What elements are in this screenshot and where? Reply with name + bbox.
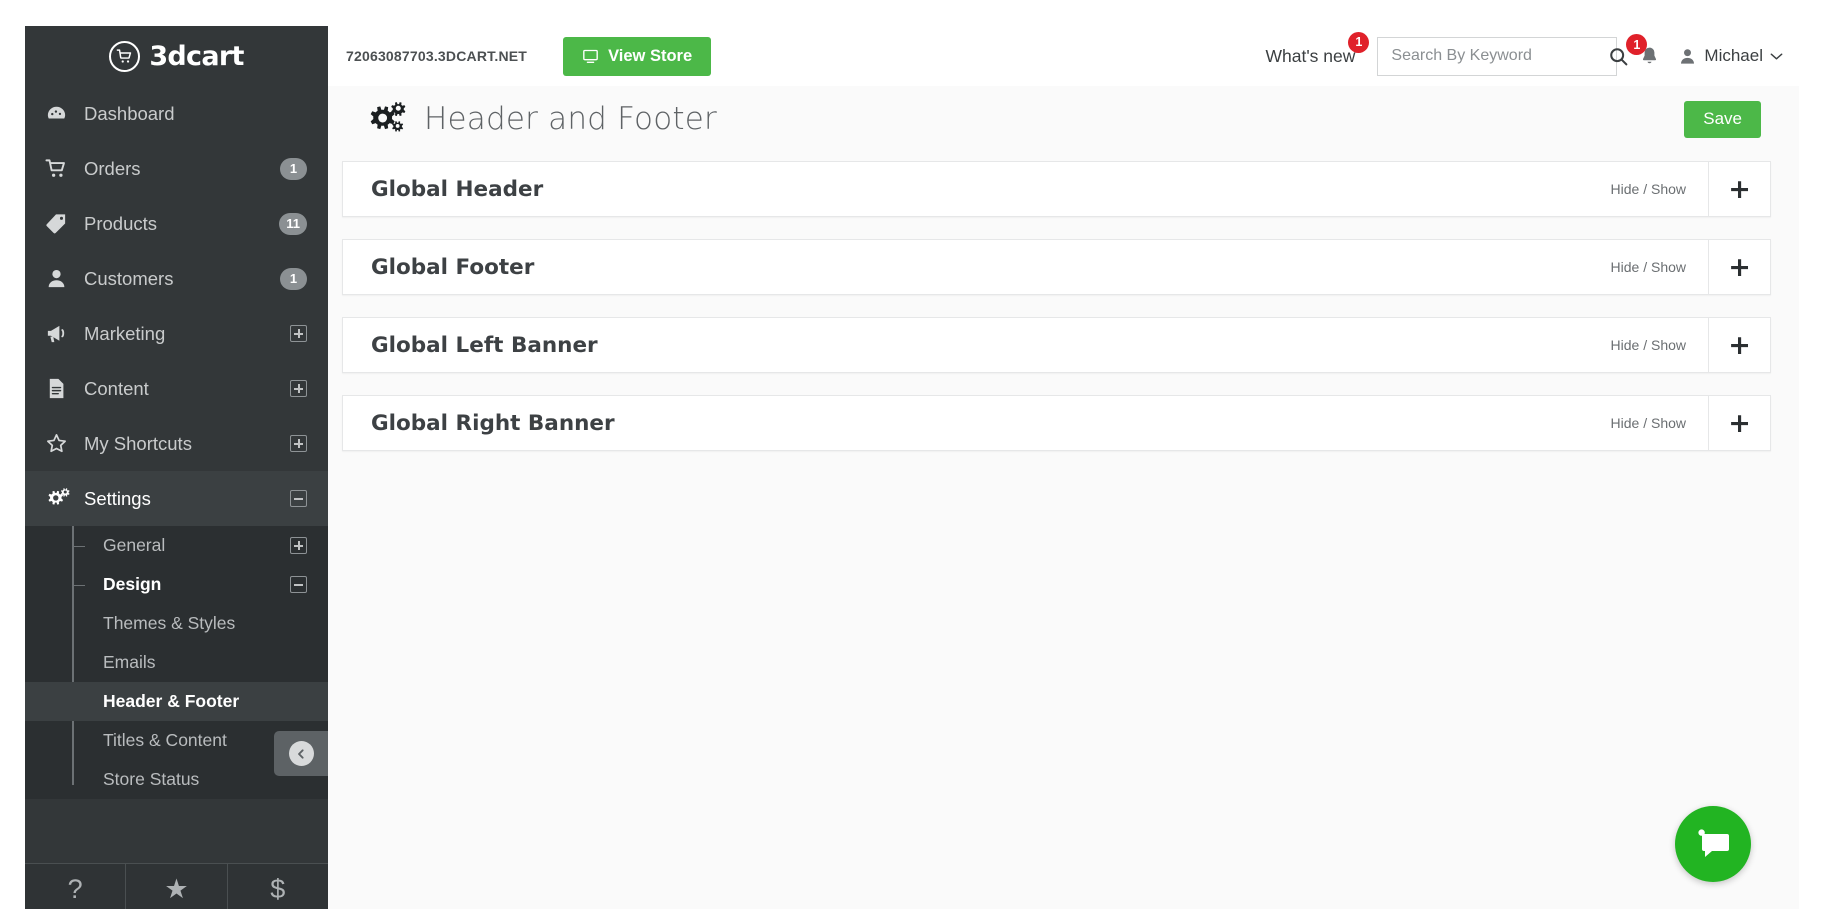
panel-global-footer: Global Footer Hide / Show +	[342, 239, 1771, 295]
sidebar-item-label: Marketing	[84, 322, 166, 344]
tag-icon	[45, 212, 77, 235]
sidebar-subitem-themes-and-styles[interactable]: Themes & Styles	[25, 604, 328, 643]
collapse-minus-icon[interactable]	[290, 576, 307, 593]
view-store-button[interactable]: View Store	[563, 36, 712, 76]
collapse-minus-icon[interactable]	[290, 490, 307, 507]
user-menu[interactable]: Michael	[1678, 46, 1783, 66]
sidebar-item-my-shortcuts[interactable]: My Shortcuts	[25, 416, 328, 471]
sidebar-subitem-label: General	[103, 535, 166, 555]
sidebar-subitem-header-and-footer[interactable]: Header & Footer	[25, 682, 328, 721]
person-icon	[1678, 47, 1697, 66]
sidebar-subitem-label: Emails	[103, 652, 156, 672]
sidebar-nav: Dashboard Orders 1 Products 11 Customers…	[25, 86, 328, 799]
sidebar-subitem-label: Themes & Styles	[103, 613, 236, 633]
user-icon	[45, 267, 77, 290]
hide-show-link[interactable]: Hide / Show	[1611, 318, 1708, 372]
sidebar-bottom-toolbar: ? ★ $	[25, 863, 328, 909]
sidebar-item-label: Content	[84, 377, 149, 399]
document-icon	[45, 377, 77, 400]
sidebar-subitem-general[interactable]: General	[25, 526, 328, 565]
whats-new-badge: 1	[1348, 31, 1370, 53]
gears-icon	[45, 487, 77, 510]
sidebar-subitem-label: Header & Footer	[103, 691, 240, 711]
app-root: 3dcart Dashboard Orders 1 Products 11 Cu…	[0, 0, 1824, 909]
status-badge: 1	[280, 267, 307, 290]
sidebar-item-label: Orders	[84, 157, 141, 179]
cart-icon	[45, 157, 77, 180]
chevron-down-icon	[1770, 52, 1783, 61]
expand-plus-icon[interactable]: +	[1708, 318, 1770, 372]
status-badge: 1	[280, 157, 307, 180]
monitor-icon	[582, 49, 599, 64]
sidebar-item-label: Settings	[84, 487, 151, 509]
panel-global-right-banner: Global Right Banner Hide / Show +	[342, 395, 1771, 451]
main-content: Header and Footer Save Global Header Hid…	[328, 86, 1799, 909]
sidebar-subitem-design[interactable]: Design	[25, 565, 328, 604]
sidebar-item-products[interactable]: Products 11	[25, 196, 328, 251]
expand-plus-icon[interactable]: +	[1708, 240, 1770, 294]
dashboard-icon	[45, 102, 77, 125]
shopping-cart-icon	[109, 40, 141, 72]
expand-plus-icon[interactable]: +	[1708, 396, 1770, 450]
user-name: Michael	[1704, 46, 1763, 65]
search-box	[1377, 36, 1628, 76]
sidebar-item-customers[interactable]: Customers 1	[25, 251, 328, 306]
status-badge: 11	[279, 212, 307, 235]
sidebar-item-content[interactable]: Content	[25, 361, 328, 416]
brand-logo[interactable]: 3dcart	[25, 26, 328, 86]
page-title: Header and Footer	[424, 101, 717, 137]
star-icon	[45, 432, 77, 455]
search-input[interactable]	[1378, 47, 1609, 65]
sidebar-subitem-emails[interactable]: Emails	[25, 643, 328, 682]
sidebar-item-label: Dashboard	[84, 102, 175, 124]
whats-new-label: What's new	[1265, 45, 1356, 66]
panel-title: Global Left Banner	[371, 332, 598, 358]
page-header: Header and Footer Save	[328, 86, 1799, 152]
expand-plus-icon[interactable]	[290, 435, 307, 452]
store-domain: 72063087703.3DCART.NET	[346, 48, 528, 64]
sidebar-item-label: My Shortcuts	[84, 432, 192, 454]
view-store-label: View Store	[608, 46, 693, 65]
expand-plus-icon[interactable]	[290, 537, 307, 554]
expand-plus-icon[interactable]	[290, 380, 307, 397]
sidebar: 3dcart Dashboard Orders 1 Products 11 Cu…	[25, 26, 328, 909]
topbar: 72063087703.3DCART.NET View Store What's…	[328, 26, 1799, 86]
panel-global-header: Global Header Hide / Show +	[342, 161, 1771, 217]
star-icon[interactable]: ★	[126, 864, 228, 909]
arrow-left-circle-icon	[288, 741, 314, 766]
gears-icon	[343, 100, 406, 138]
hide-show-link[interactable]: Hide / Show	[1611, 162, 1708, 216]
dollar-icon[interactable]: $	[228, 864, 328, 909]
panel-title: Global Footer	[371, 254, 535, 280]
sidebar-item-label: Customers	[84, 267, 174, 289]
whats-new-link[interactable]: What's new 1	[1265, 31, 1370, 67]
notifications-button[interactable]: 1	[1626, 34, 1660, 67]
help-question-icon[interactable]: ?	[25, 864, 127, 909]
sidebar-item-orders[interactable]: Orders 1	[25, 141, 328, 196]
panel-global-left-banner: Global Left Banner Hide / Show +	[342, 317, 1771, 373]
panel-title: Global Header	[371, 176, 544, 202]
panel-list: Global Header Hide / Show + Global Foote…	[328, 152, 1799, 451]
hide-show-link[interactable]: Hide / Show	[1611, 396, 1708, 450]
sidebar-item-dashboard[interactable]: Dashboard	[25, 86, 328, 141]
sidebar-collapse-button[interactable]	[274, 731, 328, 776]
sidebar-subitem-label: Design	[103, 574, 162, 594]
sidebar-item-label: Products	[84, 212, 158, 234]
hide-show-link[interactable]: Hide / Show	[1611, 240, 1708, 294]
megaphone-icon	[45, 322, 77, 345]
panel-title: Global Right Banner	[371, 410, 615, 436]
sidebar-item-settings[interactable]: Settings	[25, 471, 328, 526]
chat-widget-button[interactable]	[1675, 806, 1751, 882]
sidebar-item-marketing[interactable]: Marketing	[25, 306, 328, 361]
brand-name: 3dcart	[149, 40, 244, 72]
chat-bubble-icon	[1693, 826, 1733, 862]
expand-plus-icon[interactable]	[290, 325, 307, 342]
save-button[interactable]: Save	[1684, 100, 1761, 138]
expand-plus-icon[interactable]: +	[1708, 162, 1770, 216]
topbar-right-group: What's new 1 1	[1265, 31, 1800, 76]
